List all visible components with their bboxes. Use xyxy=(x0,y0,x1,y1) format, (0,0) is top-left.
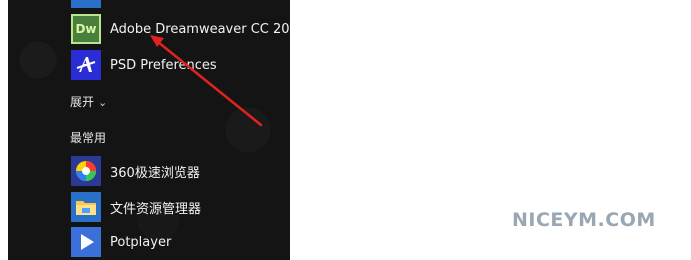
start-item-label: 文件资源管理器 xyxy=(110,201,202,217)
start-item-label: PSD Preferences xyxy=(110,57,217,73)
section-title: 最常用 xyxy=(70,130,107,145)
partial-tile-icon xyxy=(71,0,101,8)
start-item-potplayer[interactable]: Potplayer xyxy=(8,225,290,259)
psd-preferences-icon xyxy=(71,50,101,80)
start-item-psd-preferences[interactable]: PSD Preferences xyxy=(8,48,290,82)
chevron-down-icon: ⌄ xyxy=(98,95,108,109)
section-most-used: 最常用 xyxy=(8,120,290,154)
watermark-text: NICEYM.COM xyxy=(512,209,656,231)
expand-label: 展开 ⌄ xyxy=(70,93,107,110)
start-item-label: Adobe Dreamweaver CC 2017 xyxy=(110,21,290,37)
start-item-dreamweaver[interactable]: Dw Adobe Dreamweaver CC 2017 xyxy=(8,12,290,46)
potplayer-icon xyxy=(71,227,101,257)
file-explorer-icon xyxy=(71,192,101,222)
screenshot-stage: Dw Adobe Dreamweaver CC 2017 PSD Prefere… xyxy=(0,0,691,260)
expand-text: 展开 xyxy=(70,94,95,109)
start-menu: Dw Adobe Dreamweaver CC 2017 PSD Prefere… xyxy=(8,0,290,260)
start-item-360-browser[interactable]: 360极速浏览器 xyxy=(8,154,290,188)
expand-toggle[interactable]: 展开 ⌄ xyxy=(8,84,290,118)
dreamweaver-icon-text: Dw xyxy=(75,22,97,36)
dreamweaver-icon: Dw xyxy=(71,14,101,44)
start-item-label: Potplayer xyxy=(110,234,172,250)
start-item-file-explorer[interactable]: 文件资源管理器 xyxy=(8,190,290,224)
360-browser-icon xyxy=(71,156,101,186)
start-item-label: 360极速浏览器 xyxy=(110,165,200,181)
